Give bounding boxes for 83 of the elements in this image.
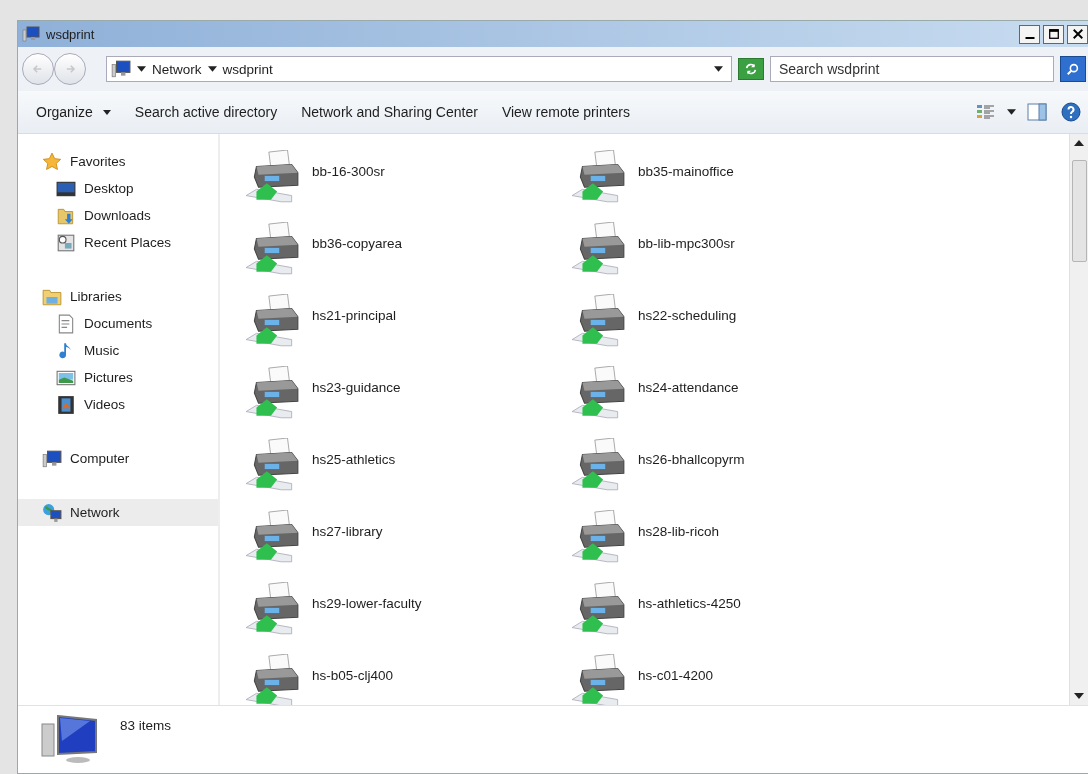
computer-icon xyxy=(111,59,131,79)
printer-item[interactable]: bb-16-300sr xyxy=(244,150,570,222)
caret-icon[interactable] xyxy=(207,66,217,72)
search-icon xyxy=(1066,62,1080,76)
nav-item[interactable]: Desktop xyxy=(18,175,218,202)
printer-item[interactable]: hs28-lib-ricoh xyxy=(570,510,896,582)
printer-item[interactable]: hs27-library xyxy=(244,510,570,582)
printer-item[interactable]: hs-athletics-4250 xyxy=(570,582,896,654)
maximize-icon xyxy=(1047,28,1060,40)
printer-item[interactable]: hs29-lower-faculty xyxy=(244,582,570,654)
printer-name: bb-16-300sr xyxy=(312,164,385,179)
nav-item[interactable]: Downloads xyxy=(18,202,218,229)
printer-name: hs24-attendance xyxy=(638,380,739,395)
search-button[interactable] xyxy=(1060,56,1086,82)
address-bar[interactable]: Network wsdprint xyxy=(106,56,732,82)
nav-item[interactable]: Computer xyxy=(18,445,218,472)
recent-places-icon xyxy=(56,232,76,253)
document-icon xyxy=(56,313,76,334)
nav-item[interactable]: Recent Places xyxy=(18,229,218,256)
search-field[interactable]: Search wsdprint xyxy=(770,56,1054,82)
nav-item[interactable]: Videos xyxy=(18,391,218,418)
printer-item[interactable]: hs25-athletics xyxy=(244,438,570,510)
printer-item[interactable]: hs22-scheduling xyxy=(570,294,896,366)
close-button[interactable] xyxy=(1067,24,1088,44)
nav-item[interactable]: Documents xyxy=(18,310,218,337)
minimize-icon xyxy=(1024,37,1035,39)
printer-item[interactable]: bb35-mainoffice xyxy=(570,150,896,222)
printer-name: hs28-lib-ricoh xyxy=(638,524,720,539)
printer-item[interactable]: hs23-guidance xyxy=(244,366,570,438)
close-icon xyxy=(1071,28,1084,40)
printer-name: hs29-lower-faculty xyxy=(312,596,422,611)
nav-item[interactable]: Favorites xyxy=(18,148,218,175)
caret-icon xyxy=(102,109,111,115)
window-title: wsdprint xyxy=(46,26,95,42)
printer-name: hs21-principal xyxy=(312,308,397,323)
caret-icon[interactable] xyxy=(714,66,723,72)
caret-icon[interactable] xyxy=(137,66,146,72)
help-button[interactable] xyxy=(1059,100,1083,124)
vertical-scrollbar[interactable] xyxy=(1069,134,1088,705)
printer-item[interactable]: bb36-copyarea xyxy=(244,222,570,294)
scroll-down-icon[interactable] xyxy=(1074,693,1084,699)
breadcrumb[interactable]: Network xyxy=(152,61,202,77)
star-icon xyxy=(42,151,62,172)
printer-name: bb-lib-mpc300sr xyxy=(638,236,735,251)
computer-monitor-icon xyxy=(40,714,100,764)
printer-item[interactable]: hs21-principal xyxy=(244,294,570,366)
preview-pane-button[interactable] xyxy=(1025,101,1049,123)
printer-name: hs26-bhallcopyrm xyxy=(638,452,745,467)
printer-name: hs-athletics-4250 xyxy=(638,596,741,611)
printer-name: hs-c01-4200 xyxy=(638,668,714,683)
menu-button[interactable]: Organize xyxy=(28,100,119,124)
nav-item[interactable]: Libraries xyxy=(18,283,218,310)
toolbar-button[interactable]: View remote printers xyxy=(493,100,638,124)
printer-item[interactable]: hs-b05-clj400 xyxy=(244,654,570,705)
printer-item[interactable]: hs26-bhallcopyrm xyxy=(570,438,896,510)
computer-icon xyxy=(22,25,40,43)
scroll-up-icon[interactable] xyxy=(1074,140,1084,146)
toolbar-button[interactable]: Network and Sharing Center xyxy=(293,100,486,124)
refresh-icon xyxy=(744,62,758,76)
printer-name: hs22-scheduling xyxy=(638,308,737,323)
printer-name: hs25-athletics xyxy=(312,452,396,467)
nav-item[interactable]: Pictures xyxy=(18,364,218,391)
breadcrumb[interactable]: wsdprint xyxy=(222,61,273,77)
printer-item[interactable]: bb-lib-mpc300sr xyxy=(570,222,896,294)
item-count: 83 items xyxy=(120,718,172,733)
printer-name: bb35-mainoffice xyxy=(638,164,734,179)
nav-item[interactable]: Music xyxy=(18,337,218,364)
refresh-button[interactable] xyxy=(738,58,764,80)
nav-item[interactable]: Network xyxy=(18,499,218,526)
printer-item[interactable]: hs-c01-4200 xyxy=(570,654,896,705)
printer-name: bb36-copyarea xyxy=(312,236,403,251)
caret-icon[interactable] xyxy=(1007,109,1016,115)
minimize-button[interactable] xyxy=(1019,24,1040,44)
printer-name: hs-b05-clj400 xyxy=(312,668,394,683)
network-icon xyxy=(42,502,62,523)
printer-name: hs23-guidance xyxy=(312,380,401,395)
printer-item[interactable]: hs24-attendance xyxy=(570,366,896,438)
scroll-thumb[interactable] xyxy=(1072,160,1087,262)
toolbar-button[interactable]: Search active directory xyxy=(126,100,286,124)
film-icon xyxy=(56,394,76,415)
printer-name: hs27-library xyxy=(312,524,383,539)
computer-icon xyxy=(42,448,62,469)
maximize-button[interactable] xyxy=(1043,24,1064,44)
